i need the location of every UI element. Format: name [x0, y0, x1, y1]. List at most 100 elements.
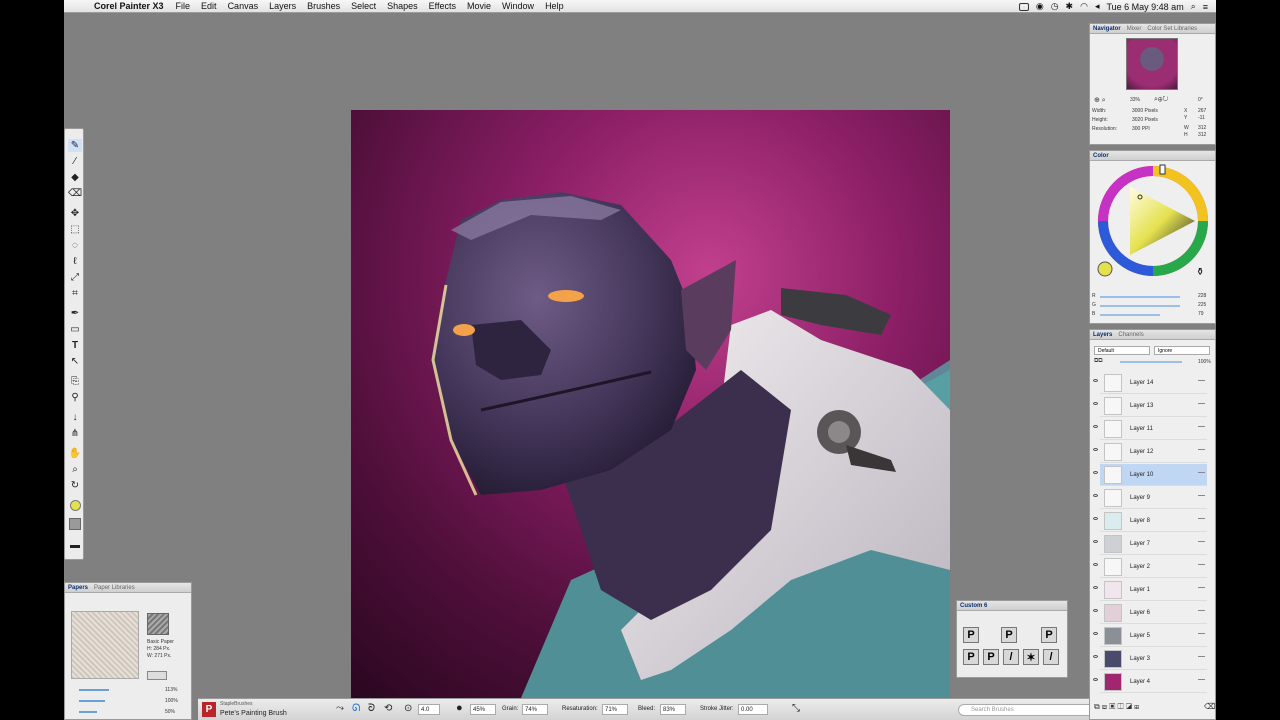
brush-category[interactable]: StapleBrushes [220, 701, 253, 707]
custom-brush-1[interactable]: P [963, 627, 979, 643]
pen-tool-icon[interactable]: ✒ [68, 307, 82, 320]
document-canvas[interactable] [351, 110, 950, 698]
layer-row[interactable]: Layer 14 [1093, 372, 1207, 394]
menu-effects[interactable]: Effects [429, 1, 456, 11]
paper-scale-value[interactable]: 113% [165, 687, 177, 693]
blue-slider[interactable] [1100, 314, 1160, 316]
visibility-eye-icon[interactable] [1093, 494, 1098, 497]
menu-select[interactable]: Select [351, 1, 376, 11]
straight-line-icon[interactable]: ᘐ [368, 703, 375, 714]
layer-row[interactable]: Layer 2 [1093, 556, 1207, 578]
visibility-eye-icon[interactable] [1093, 563, 1098, 566]
brush-tool-icon[interactable]: ✎ [68, 139, 82, 152]
paint-bucket-icon[interactable]: ◆ [68, 171, 82, 184]
freehand-stroke-icon[interactable]: ᘏ [352, 703, 360, 714]
nav-zoom-icon[interactable]: ⊕ ⌕ [1094, 96, 1106, 105]
custom-brush-4[interactable]: P [963, 649, 979, 665]
nav-zoom-value[interactable]: 33% [1130, 97, 1140, 103]
hue-indicator[interactable] [1159, 164, 1166, 175]
custom-brush-7[interactable]: ✶ [1023, 649, 1039, 665]
blue-value[interactable]: 79 [1198, 311, 1204, 317]
bluetooth-icon[interactable]: ✱ [1066, 1, 1074, 12]
wifi-icon[interactable]: ◠ [1080, 1, 1088, 12]
opacity-field[interactable]: 45% [470, 704, 496, 715]
rotate-page-icon[interactable]: ↻ [68, 479, 82, 492]
layer-row[interactable]: Layer 4 [1093, 671, 1207, 693]
layer-row[interactable]: Layer 1 [1093, 579, 1207, 601]
magnifier-icon[interactable]: ⌕ [68, 463, 82, 476]
text-tool-icon[interactable]: T [68, 339, 82, 352]
paper-thumbnail[interactable] [147, 613, 169, 635]
paper-action-icons[interactable] [147, 671, 167, 680]
crop-tool-icon[interactable]: ⌗ [68, 287, 82, 300]
layer-row[interactable]: Layer 6 [1093, 602, 1207, 624]
tab-layers[interactable]: Layers [1093, 332, 1112, 338]
visibility-eye-icon[interactable] [1093, 448, 1098, 451]
color-wheel[interactable]: ⚱ [1090, 163, 1216, 288]
current-color-swatch[interactable] [1097, 261, 1113, 277]
layer-row[interactable]: Layer 8 [1093, 510, 1207, 532]
brush-selector-icon[interactable]: P [202, 702, 216, 717]
visibility-eye-icon[interactable] [1093, 678, 1098, 681]
paper-texture-preview[interactable] [71, 611, 139, 679]
visibility-eye-icon[interactable] [1093, 402, 1098, 405]
visibility-eye-icon[interactable] [1093, 609, 1098, 612]
menu-layers[interactable]: Layers [269, 1, 296, 11]
lasso-icon[interactable]: ℓ [68, 255, 82, 268]
paper-brightness-slider[interactable] [79, 711, 97, 713]
color-dropper-icon[interactable]: ⚱ [1196, 267, 1204, 278]
saturation-value-triangle[interactable] [1130, 187, 1195, 255]
brush-variant[interactable]: Pete's Painting Brush [220, 710, 287, 717]
dropper-tool-icon[interactable]: ⁄ [68, 155, 82, 168]
dab-preview-icon[interactable]: ⊙ [404, 703, 412, 714]
tab-mixer[interactable]: Mixer [1127, 26, 1142, 32]
clone-tool-icon[interactable]: ⎘ [68, 375, 82, 388]
layer-row[interactable]: Layer 7 [1093, 533, 1207, 555]
composite-depth-select[interactable]: Ignore [1154, 346, 1210, 355]
brush-controls-icon[interactable]: ⤡ [792, 703, 800, 714]
visibility-eye-icon[interactable] [1093, 540, 1098, 543]
layer-lock-icons[interactable]: ⧉⧉ [1094, 358, 1103, 365]
visibility-eye-icon[interactable] [1093, 471, 1098, 474]
menu-canvas[interactable]: Canvas [228, 1, 259, 11]
grain-field[interactable]: 74% [522, 704, 548, 715]
spotlight-icon[interactable]: ⌕ [1191, 1, 1196, 12]
resaturation-field[interactable]: 71% [602, 704, 628, 715]
volume-icon[interactable]: ◂ [1095, 1, 1100, 12]
screen-mode-icon[interactable]: ▬ [68, 539, 82, 552]
mirror-tool-icon[interactable]: ⋔ [68, 427, 82, 440]
layer-row[interactable]: Layer 13 [1093, 395, 1207, 417]
tab-navigator[interactable]: Navigator [1093, 26, 1121, 32]
custom-brush-5[interactable]: P [983, 649, 999, 665]
rectangle-shape-icon[interactable]: ▭ [68, 323, 82, 336]
layer-row[interactable]: Layer 3 [1093, 648, 1207, 670]
transform-icon[interactable]: ⤢ [68, 271, 82, 284]
eraser-tool-icon[interactable]: ⌫ [68, 187, 82, 200]
battery-icon[interactable] [1018, 2, 1029, 11]
main-color-swatch[interactable] [68, 499, 82, 512]
app-menu[interactable]: Corel Painter X3 [94, 1, 164, 11]
bleed-field[interactable]: 83% [660, 704, 686, 715]
reset-tool-icon[interactable]: ⤳ [336, 703, 344, 714]
shape-select-icon[interactable]: ↖ [68, 355, 82, 368]
nav-angle-value[interactable]: 0° [1198, 97, 1203, 103]
stroke-options-icon[interactable]: ⟲ [384, 703, 392, 714]
green-value[interactable]: 225 [1198, 302, 1206, 308]
layer-row[interactable]: Layer 12 [1093, 441, 1207, 463]
tab-papers[interactable]: Papers [68, 585, 88, 591]
apple-icon[interactable] [76, 1, 86, 11]
navigator-preview[interactable] [1126, 38, 1178, 90]
layer-opacity-value[interactable]: 100% [1198, 359, 1211, 365]
time-machine-icon[interactable]: ◷ [1051, 1, 1059, 12]
paper-swatch[interactable] [68, 517, 82, 530]
composite-method-select[interactable]: Default [1094, 346, 1150, 355]
layer-row[interactable]: Layer 9 [1093, 487, 1207, 509]
paper-contrast-slider[interactable] [79, 700, 105, 702]
layer-row[interactable]: Layer 5 [1093, 625, 1207, 647]
tab-channels[interactable]: Channels [1118, 332, 1143, 338]
notification-icon[interactable]: ≡ [1203, 2, 1208, 12]
red-value[interactable]: 228 [1198, 293, 1206, 299]
red-slider[interactable] [1100, 296, 1180, 298]
custom-brush-6[interactable]: / [1003, 649, 1019, 665]
dodge-tool-icon[interactable]: ↓ [68, 411, 82, 424]
